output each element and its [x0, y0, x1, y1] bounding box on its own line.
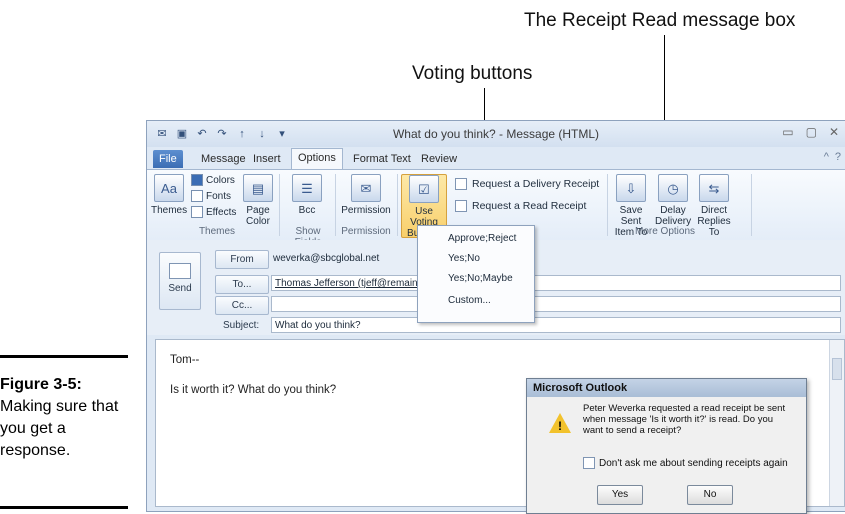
- help-icon[interactable]: ?: [835, 151, 841, 163]
- tab-file[interactable]: File: [153, 150, 183, 168]
- group-label-more-options: More Options: [634, 226, 696, 237]
- collapse-ribbon-icon[interactable]: ^: [824, 151, 829, 163]
- tab-insert[interactable]: Insert: [247, 150, 287, 168]
- figure-number: Figure 3-5:: [0, 376, 82, 393]
- ribbon-tabs: File Message Insert Options Format Text …: [147, 148, 845, 170]
- tab-options[interactable]: Options: [291, 148, 343, 170]
- ribbon-controls: ^ ?: [824, 151, 841, 163]
- delivery-receipt-label: Request a Delivery Receipt: [472, 178, 600, 190]
- group-separator: [279, 174, 280, 236]
- voting-buttons-icon: ☑: [409, 175, 439, 203]
- delivery-receipt-checkbox[interactable]: Request a Delivery Receipt: [455, 178, 599, 190]
- subject-field[interactable]: What do you think?: [271, 317, 841, 333]
- dont-ask-box: [583, 457, 595, 469]
- group-label-themes: Themes: [198, 226, 236, 237]
- send-icon: [169, 263, 191, 279]
- figure-caption: Making sure that you get a response.: [0, 398, 119, 459]
- receipt-callout-label: The Receipt Read message box: [524, 10, 796, 31]
- body-line-2: Is it worth it? What do you think?: [170, 384, 337, 396]
- menu-item-custom[interactable]: Custom...: [448, 295, 491, 306]
- window-controls: ▭ ▢ ✕: [782, 125, 839, 139]
- group-separator: [751, 174, 752, 236]
- permission-button[interactable]: ✉ Permission: [341, 174, 391, 216]
- voting-callout-label: Voting buttons: [412, 63, 533, 84]
- group-separator: [335, 174, 336, 236]
- permission-icon: ✉: [351, 174, 381, 202]
- read-receipt-checkbox[interactable]: Request a Read Receipt: [455, 200, 586, 212]
- delay-delivery-button[interactable]: ◷ Delay Delivery: [655, 174, 691, 227]
- themes-button[interactable]: Aa Themes: [151, 174, 187, 216]
- send-button[interactable]: Send: [159, 252, 201, 310]
- tab-review[interactable]: Review: [415, 150, 463, 168]
- colors-icon: [191, 174, 203, 186]
- dialog-message: Peter Weverka requested a read receipt b…: [583, 403, 786, 436]
- bcc-button[interactable]: ☰ Bcc: [287, 174, 327, 216]
- send-label: Send: [168, 283, 192, 294]
- scrollbar-thumb[interactable]: [832, 358, 842, 380]
- delay-delivery-icon: ◷: [658, 174, 688, 202]
- from-value: weverka@sbcglobal.net: [273, 253, 380, 264]
- voting-buttons-menu: Approve;Reject Yes;No Yes;No;Maybe Custo…: [417, 225, 535, 323]
- effects-button[interactable]: Effects: [191, 206, 236, 218]
- group-separator: [607, 174, 608, 236]
- dialog-title: Microsoft Outlook: [527, 379, 806, 397]
- cc-field[interactable]: [271, 296, 841, 312]
- colors-label: Colors: [206, 174, 235, 186]
- minimize-icon[interactable]: ▭: [782, 125, 793, 139]
- permission-label: Permission: [341, 205, 391, 216]
- group-separator: [397, 174, 398, 236]
- direct-replies-icon: ⇆: [699, 174, 729, 202]
- yes-button[interactable]: Yes: [597, 485, 643, 505]
- fonts-icon: [191, 190, 203, 202]
- maximize-icon[interactable]: ▢: [806, 125, 817, 139]
- delay-delivery-label: Delay Delivery: [655, 205, 692, 227]
- caption-bottom-rule: [0, 506, 128, 509]
- effects-label: Effects: [206, 206, 237, 218]
- read-receipt-dialog: Microsoft Outlook ! Peter Weverka reques…: [526, 378, 807, 514]
- tab-message[interactable]: Message: [195, 150, 252, 168]
- group-label-permission: Permission: [341, 226, 391, 237]
- dont-ask-label: Don't ask me about sending receipts agai…: [599, 457, 788, 469]
- page-color-icon: ▤: [243, 174, 273, 202]
- menu-item-yes-no[interactable]: Yes;No: [448, 253, 480, 264]
- fonts-label: Fonts: [206, 190, 232, 202]
- page-color-button[interactable]: ▤ Page Color: [241, 174, 275, 227]
- from-button[interactable]: From: [215, 250, 269, 269]
- read-receipt-label: Request a Read Receipt: [472, 200, 587, 212]
- themes-icon: Aa: [154, 174, 184, 202]
- subject-label: Subject:: [223, 320, 260, 331]
- themes-button-label: Themes: [151, 205, 188, 216]
- title-bar: ✉ ▣ ↶ ↷ ↑ ↓ ▾ What do you think? - Messa…: [147, 121, 845, 147]
- to-recipient[interactable]: Thomas Jefferson (tjeff@remain.c: [275, 278, 425, 289]
- menu-item-approve-reject[interactable]: Approve;Reject: [448, 233, 516, 244]
- to-button[interactable]: To...: [215, 275, 269, 294]
- cc-button[interactable]: Cc...: [215, 296, 269, 315]
- window-title: What do you think? - Message (HTML): [392, 127, 600, 141]
- close-icon[interactable]: ✕: [829, 125, 839, 139]
- bcc-icon: ☰: [292, 174, 322, 202]
- read-receipt-box: [455, 200, 467, 212]
- save-sent-icon: ⇩: [616, 174, 646, 202]
- delivery-receipt-box: [455, 178, 467, 190]
- body-line-1: Tom--: [170, 354, 200, 366]
- warning-exclamation: !: [558, 419, 562, 433]
- no-button[interactable]: No: [687, 485, 733, 505]
- colors-button[interactable]: Colors: [191, 174, 235, 186]
- to-field[interactable]: Thomas Jefferson (tjeff@remain.c: [271, 275, 841, 291]
- caption-top-rule: [0, 355, 128, 358]
- menu-item-yes-no-maybe[interactable]: Yes;No;Maybe: [448, 273, 513, 284]
- bcc-label: Bcc: [298, 205, 316, 216]
- effects-icon: [191, 206, 203, 218]
- page-color-label: Page Color: [246, 205, 270, 227]
- body-scrollbar[interactable]: [829, 340, 844, 506]
- tab-format-text[interactable]: Format Text: [347, 150, 417, 168]
- dont-ask-checkbox[interactable]: Don't ask me about sending receipts agai…: [583, 457, 788, 469]
- fonts-button[interactable]: Fonts: [191, 190, 231, 202]
